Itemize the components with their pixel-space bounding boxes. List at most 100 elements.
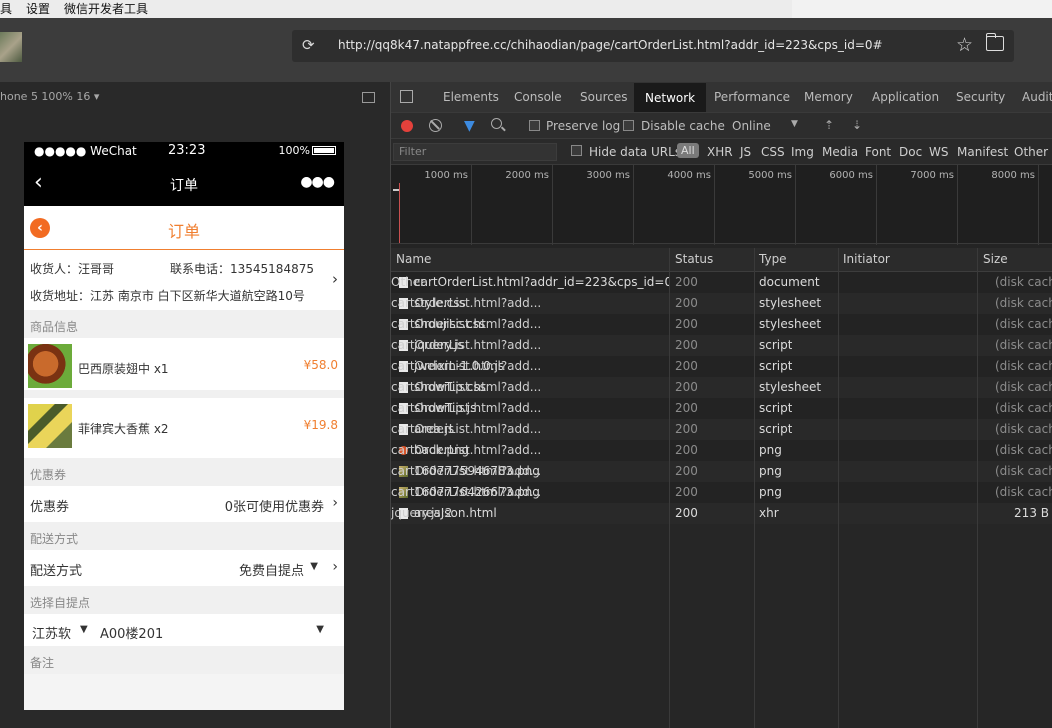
network-overview-timeline[interactable]: 1000 ms 2000 ms 3000 ms 4000 ms 5000 ms … [391,164,1052,245]
remark-section-title: 备注 [24,646,344,674]
delivery-select[interactable]: 免费自提点 [239,560,304,579]
request-status: 200 [675,464,698,478]
reload-icon[interactable]: ⟳ [302,37,318,53]
product-item[interactable]: 菲律宾大香蕉 x2 ¥19.8 [24,398,344,458]
menu-item-wechat-devtools[interactable]: 微信开发者工具 [64,0,148,18]
request-row[interactable]: area.js 200 script cartOrderList.html?add..… [391,419,1052,440]
request-initiator[interactable]: cartOrderList.html?add... [391,485,541,499]
inspect-icon[interactable] [400,90,413,103]
type-filter-xhr[interactable]: XHR [707,145,733,159]
type-filter-font[interactable]: Font [865,145,891,159]
request-row[interactable]: 1607776426673.png 200 png cartOrderList.htm… [391,482,1052,503]
url-text[interactable]: http://qq8k47.natappfree.cc/chihaodian/p… [338,38,883,52]
request-initiator[interactable]: cartOrderList.html?add... [391,359,541,373]
request-initiator[interactable]: cartOrderList.html?add... [391,338,541,352]
request-initiator[interactable]: cartOrderList.html?add... [391,422,541,436]
timeline-tick: 4000 ms [667,165,715,245]
request-initiator[interactable]: cartOrderList.html?add... [391,464,541,478]
disable-cache-checkbox[interactable] [623,120,634,131]
preserve-log-label: Preserve log [546,119,621,133]
menu-item-tools[interactable]: 具 [0,0,12,18]
order-header: ‹ 订单 [24,206,344,250]
address-bar[interactable]: ⟳ http://qq8k47.natappfree.cc/chihaodian… [292,30,1014,62]
request-row[interactable]: 1607775946783.png 200 png cartOrderList.htm… [391,461,1052,482]
request-row[interactable]: showTip.js 200 script cartOrderList.html?ad… [391,398,1052,419]
type-filter-all[interactable]: All [677,143,699,158]
request-status: 200 [675,422,698,436]
type-filter-js[interactable]: JS [740,145,751,159]
type-filter-ws[interactable]: WS [929,145,948,159]
request-row[interactable]: style.css 200 stylesheet cartOrderList.html… [391,293,1052,314]
request-type: png [759,485,782,499]
import-har-icon[interactable]: ⇡ [824,118,834,132]
throttle-select[interactable]: Online [732,119,771,133]
devtools-tabs: Elements Console Sources Network Perform… [391,82,1052,112]
hide-data-urls-checkbox[interactable] [571,145,582,156]
timeline-tick: 7000 ms [910,165,958,245]
request-initiator[interactable]: cartOrderList.html?add... [391,443,541,457]
tab-performance[interactable]: Performance [714,90,790,104]
product-item[interactable]: 巴西原装翅中 x1 ¥58.0 [24,338,344,398]
export-har-icon[interactable]: ⇣ [852,118,862,132]
request-status: 200 [675,296,698,310]
type-filter-media[interactable]: Media [822,145,858,159]
folder-icon[interactable] [986,33,1004,51]
tab-elements[interactable]: Elements [443,90,499,104]
request-initiator[interactable]: cartOrderList.html?add... [391,401,541,415]
delivery-row[interactable]: 配送方式 免费自提点 ▼ › [24,550,344,586]
preserve-log-checkbox[interactable] [529,120,540,131]
coupon-row[interactable]: 优惠券 0张可使用优惠券 › [24,486,344,522]
device-selector[interactable]: hone 5 100% 16 ▾ [0,90,99,103]
column-size[interactable]: Size [983,252,1008,266]
receiver-address: 收货地址：江苏 南京市 白下区新华大道航空路10号 [30,289,305,303]
request-size: (disk cache) [995,380,1052,394]
filter-input[interactable]: Filter [393,143,557,161]
menu-item-settings[interactable]: 设置 [26,0,50,18]
request-type: png [759,443,782,457]
tab-security[interactable]: Security [956,90,1005,104]
request-initiator[interactable]: cartOrderList.html?add... [391,296,541,310]
filter-bar: Filter Hide data URLs All XHR JS CSS Img… [391,138,1052,164]
pickup-province-select[interactable]: 江苏软 [32,623,71,642]
request-row[interactable]: cartOrderList.html?addr_id=223&cps_id=0 2… [391,272,1052,293]
address-card[interactable]: 收货人：汪哥哥 联系电话：13545184875 收货地址：江苏 南京市 白下区… [24,250,344,310]
request-row[interactable]: showTip.css 200 stylesheet cartOrderList.ht… [391,377,1052,398]
request-initiator[interactable]: cartOrderList.html?add... [391,317,541,331]
tab-audits[interactable]: Audit [1022,90,1052,104]
avatar[interactable] [0,32,22,62]
column-initiator[interactable]: Initiator [843,252,890,266]
screen-icon[interactable] [362,92,375,103]
request-status: 200 [675,317,698,331]
tab-sources[interactable]: Sources [580,90,627,104]
request-row[interactable]: jquery.js 200 script cartOrderList.html?add… [391,335,1052,356]
type-filter-manifest[interactable]: Manifest [957,145,1008,159]
request-row[interactable]: jweixin-1.0.0.js 200 script cartOrderList.h… [391,356,1052,377]
more-icon[interactable]: ●●● [300,174,335,190]
type-filter-other[interactable]: Other [1014,145,1048,159]
tab-console[interactable]: Console [514,90,562,104]
tab-application[interactable]: Application [872,90,939,104]
pickup-point-select[interactable]: A00楼201 [100,623,163,642]
record-icon[interactable] [401,120,413,132]
request-initiator[interactable]: jquery.js:2 [391,506,452,520]
timeline-tick-label: 6000 ms [829,170,873,181]
type-filter-img[interactable]: Img [791,145,814,159]
column-name[interactable]: Name [396,252,431,266]
type-filter-doc[interactable]: Doc [899,145,922,159]
request-status: 200 [675,401,698,415]
column-type[interactable]: Type [759,252,787,266]
tab-network[interactable]: Network [634,83,707,112]
clear-icon[interactable] [429,119,442,132]
request-size: (disk cache) [995,464,1052,478]
tab-memory[interactable]: Memory [804,90,853,104]
request-row[interactable]: shoujisc.css 200 stylesheet cartOrderList.h… [391,314,1052,335]
search-icon[interactable] [491,118,502,129]
filter-icon[interactable]: ▼ [464,118,475,134]
request-row[interactable]: back.png 200 png cartOrderList.html?add...(… [391,440,1052,461]
type-filter-css[interactable]: CSS [761,145,785,159]
request-initiator[interactable]: cartOrderList.html?add... [391,380,541,394]
request-type: stylesheet [759,317,822,331]
column-status[interactable]: Status [675,252,713,266]
request-row[interactable]: areaJson.html 200 xhr jquery.js:2 213 B [391,503,1052,524]
star-icon[interactable]: ☆ [956,34,973,56]
